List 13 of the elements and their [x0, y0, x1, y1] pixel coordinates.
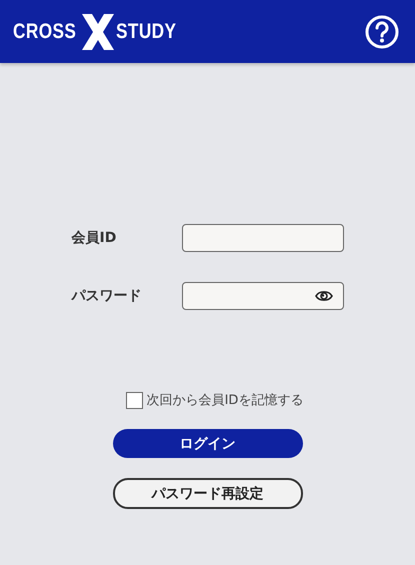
field-label: 会員ID	[72, 229, 116, 247]
login-button[interactable]: ログイン	[112, 429, 302, 458]
x-mark-icon	[81, 14, 116, 50]
logo-text: STUDY	[116, 20, 177, 44]
field-label: パスワード	[72, 287, 142, 305]
help-icon[interactable]	[365, 14, 399, 48]
reset-password-button[interactable]: パスワード再設定	[112, 478, 302, 509]
eye-icon[interactable]	[314, 289, 332, 303]
member-id-field[interactable]	[182, 224, 344, 252]
checkbox-label: 次回から会員IDを記憶する	[146, 392, 304, 409]
checkbox[interactable]	[126, 392, 143, 408]
password-field[interactable]	[182, 282, 344, 310]
logo-text: CROSS	[13, 20, 76, 44]
